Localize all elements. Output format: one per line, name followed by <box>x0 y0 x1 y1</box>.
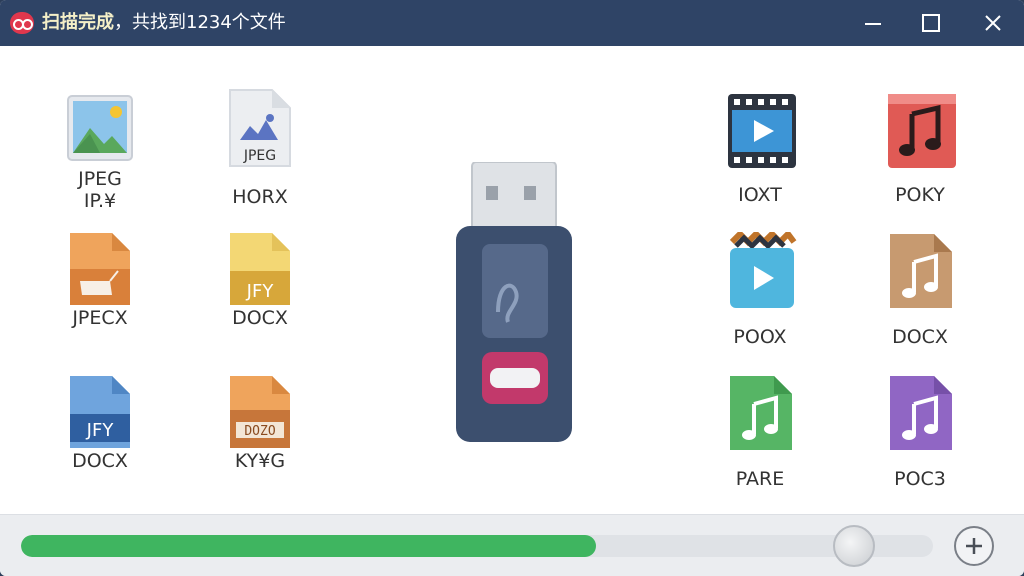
scan-results-window: 扫描完成，共找到1234个文件 JPEG IP.¥ JPEG HORX JPEC… <box>0 0 1024 576</box>
title-status: 扫描完成 <box>42 12 114 33</box>
file-name-label: POC3 <box>894 468 946 490</box>
file-name-label: KY¥G <box>234 450 286 472</box>
usb-drive-icon <box>456 162 572 442</box>
file-item[interactable]: IOXT <box>705 90 815 210</box>
plus-icon <box>966 538 982 554</box>
file-item[interactable]: POOX <box>705 232 815 352</box>
window-title: 扫描完成，共找到1234个文件 <box>42 12 286 34</box>
app-logo-icon <box>10 12 34 34</box>
file-item[interactable]: POKY <box>865 90 975 210</box>
file-name-label: HORX <box>232 186 288 208</box>
file-item[interactable]: POC3 <box>865 374 975 494</box>
scan-progress-fill <box>21 535 596 557</box>
title-bar: 扫描完成，共找到1234个文件 <box>0 0 1024 46</box>
file-name-label: PARE <box>735 468 785 490</box>
image-document-icon: JPEG <box>229 89 291 167</box>
purple-music-icon <box>890 376 952 450</box>
file-item[interactable]: JFY DOCX <box>45 374 155 494</box>
status-footer <box>0 514 1024 576</box>
file-type-label: JPEG <box>78 168 122 190</box>
maximize-icon <box>922 14 940 32</box>
file-item[interactable]: DOZO KY¥G <box>205 374 315 494</box>
green-music-icon <box>730 376 792 450</box>
close-button[interactable] <box>963 0 1023 46</box>
brown-music-icon <box>890 234 952 308</box>
file-name-label: IOXT <box>738 184 782 206</box>
close-icon <box>985 15 1001 31</box>
file-badge: DOZO <box>244 424 275 439</box>
file-badge: JFY <box>246 281 275 302</box>
minimize-icon <box>865 23 881 25</box>
orange-archive-icon: DOZO <box>230 376 290 448</box>
scan-progress-bar <box>21 535 933 557</box>
file-name-label: IP.¥ <box>83 190 117 212</box>
file-item[interactable]: JPEG IP.¥ <box>45 92 155 212</box>
file-grid: JPEG IP.¥ JPEG HORX JPECX JFY DOCX JFY D… <box>0 46 1024 514</box>
yellow-document-icon: JFY <box>230 233 290 305</box>
file-item[interactable]: DOCX <box>865 232 975 352</box>
minimize-button[interactable] <box>843 0 903 46</box>
file-badge: JFY <box>86 420 115 441</box>
video-film-icon <box>728 94 796 168</box>
image-landscape-icon <box>67 95 133 161</box>
file-item[interactable]: JPECX <box>45 231 155 351</box>
file-name-label: DOCX <box>72 450 128 472</box>
title-file-count: ，共找到1234个文件 <box>114 12 286 33</box>
file-name-label: JPECX <box>72 307 128 329</box>
file-item[interactable]: JFY DOCX <box>205 231 315 351</box>
orange-document-icon <box>70 233 130 305</box>
file-item[interactable]: PARE <box>705 374 815 494</box>
maximize-button[interactable] <box>901 0 961 46</box>
video-bucket-icon <box>729 232 797 308</box>
file-name-label: DOCX <box>892 326 948 348</box>
add-button[interactable] <box>954 526 994 566</box>
file-item[interactable]: JPEG HORX <box>205 88 315 208</box>
red-music-icon <box>888 94 956 168</box>
file-name-label: DOCX <box>232 307 288 329</box>
file-name-label: POOX <box>733 326 787 348</box>
file-badge: JPEG <box>243 148 276 164</box>
blue-document-icon: JFY <box>70 376 130 448</box>
progress-slider-handle[interactable] <box>833 525 875 567</box>
file-name-label: POKY <box>895 184 945 206</box>
